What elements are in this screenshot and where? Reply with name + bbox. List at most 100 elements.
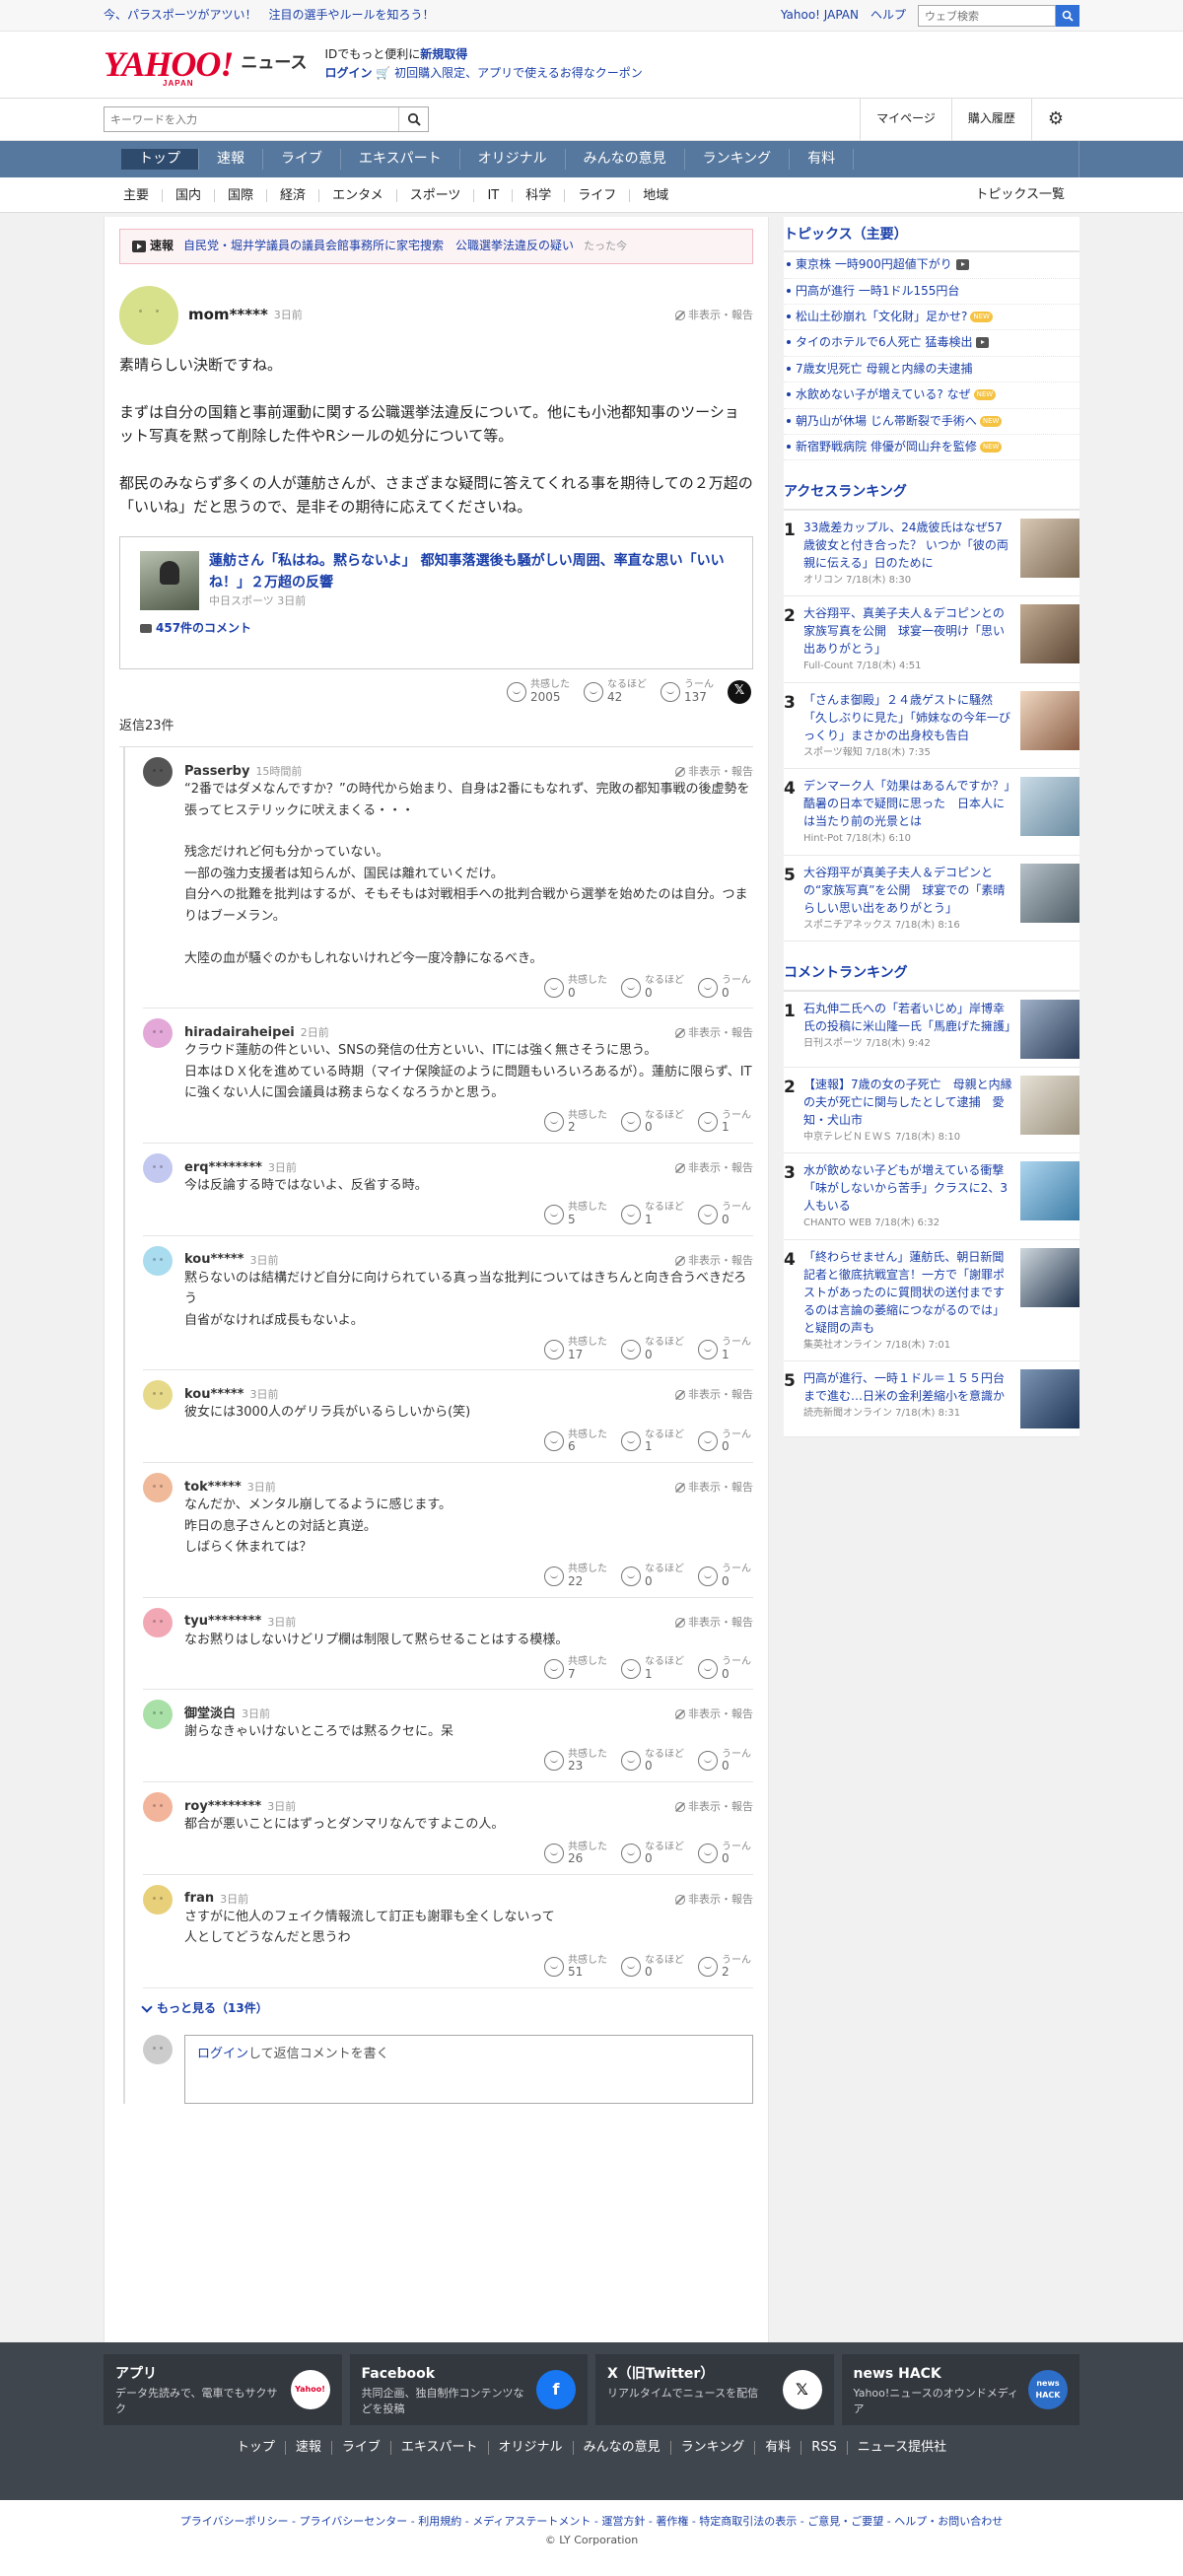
hmm-button[interactable]: うーん 0 [698, 1749, 751, 1774]
topic-item[interactable]: 円高が進行 一時1ドル155円台 [784, 279, 1079, 306]
article-comments-link[interactable]: 457件のコメント [140, 620, 732, 637]
empathy-button[interactable]: 共感した 7 [544, 1656, 607, 1681]
snav-local[interactable]: 地域 [630, 189, 681, 202]
topic-item[interactable]: 水飲めない子が増えている? なぜ NEW [784, 383, 1079, 409]
empathy-button[interactable]: 共感した 17 [544, 1337, 607, 1361]
snav-economy[interactable]: 経済 [267, 188, 320, 202]
empathy-button[interactable]: 共感した 23 [544, 1749, 607, 1774]
gnav-top[interactable]: トップ [121, 149, 199, 170]
insight-button[interactable]: なるほど 0 [621, 1842, 684, 1866]
topic-text[interactable]: タイのホテルで6人死亡 猛毒検出 [796, 335, 972, 349]
footer-link[interactable]: ライブ [332, 2441, 391, 2455]
hide-report-button[interactable]: 非表示・報告 [675, 1706, 753, 1722]
hmm-button[interactable]: うーん 0 [698, 1656, 751, 1681]
hmm-button[interactable]: うーん 0 [698, 975, 751, 1000]
hmm-button[interactable]: うーん 0 [698, 1202, 751, 1226]
topic-item[interactable]: 7歳女児死亡 母親と内縁の夫逮捕 [784, 357, 1079, 383]
web-search-button[interactable] [1056, 5, 1079, 27]
footer-link[interactable]: みんなの意見 [574, 2441, 671, 2455]
yahoo-logo[interactable]: YAHOO! JAPAN [104, 46, 234, 88]
reply-input[interactable]: ログインして返信コメントを書く [184, 2035, 753, 2105]
footer-link[interactable]: オリジナル [489, 2441, 574, 2455]
footer-link[interactable]: ニュース提供社 [848, 2441, 956, 2455]
reply-login-link[interactable]: ログイン [197, 2047, 248, 2061]
footer-link[interactable]: トップ [227, 2441, 286, 2455]
rank-title[interactable]: 「さんま御殿」２４歳ゲストに騒然「久しぶりに見た」「姉妹なの今年一びっくり」まさ… [803, 691, 1012, 744]
snav-domestic[interactable]: 国内 [163, 188, 216, 202]
gnav-ranking[interactable]: ランキング [685, 149, 791, 170]
rank-title[interactable]: 円高が進行、一時１ドル＝１５５円台まで進む…日米の金利差縮小を意識か [803, 1369, 1012, 1405]
settings-button[interactable]: ⚙ [1030, 99, 1079, 140]
gnav-expert[interactable]: エキスパート [341, 149, 460, 170]
topic-text[interactable]: 朝乃山が休場 じん帯断裂で手術へ [796, 414, 977, 428]
ranking-item[interactable]: 3 水が飲めない子どもが増えている衝撃「味がしないから苦手」クラスに2、3人もいる… [784, 1153, 1079, 1240]
hide-report-button[interactable]: 非表示・報告 [675, 1892, 753, 1908]
footer-link[interactable]: 速報 [286, 2441, 332, 2455]
ranking-item[interactable]: 3 「さんま御殿」２４歳ゲストに騒然「久しぶりに見た」「姉妹なの今年一びっくり」ま… [784, 683, 1079, 770]
snav-life[interactable]: ライフ [565, 188, 631, 202]
footer-card-title[interactable]: Facebook [362, 2364, 531, 2384]
ranking-item[interactable]: 1 33歳差カップル、24歳彼氏はなぜ57歳彼女と付き合った？ いつか「彼の両親に… [784, 511, 1079, 597]
hide-report-button[interactable]: 非表示・報告 [675, 1480, 753, 1496]
ranking-item[interactable]: 5 円高が進行、一時１ドル＝１５５円台まで進む…日米の金利差縮小を意識か 読売新聞オ… [784, 1361, 1079, 1438]
ranking-item[interactable]: 1 石丸伸二氏への「若者いじめ」岸博幸氏の投稿に米山隆一氏「馬鹿げた擁護」 日刊スポ… [784, 992, 1079, 1068]
footer-link[interactable]: エキスパート [391, 2441, 489, 2455]
topics-title[interactable]: トピックス（主要） [784, 217, 1079, 253]
topic-text[interactable]: 水飲めない子が増えている? なぜ [796, 387, 971, 401]
article-card[interactable]: 蓮舫さん「私はね。黙らないよ」 都知事落選後も騒がしい周囲、率直な思い「いいね！… [119, 536, 753, 669]
topic-text[interactable]: 東京株 一時900円超値下がり [796, 257, 952, 271]
empathy-button[interactable]: 共感した 0 [544, 975, 607, 1000]
insight-button[interactable]: なるほど 1 [621, 1202, 684, 1226]
policy-links[interactable]: プライバシーポリシー - プライバシーセンター - 利用規約 - メディアステー… [0, 2514, 1183, 2530]
coupon-link[interactable]: 初回購入限定、アプリで使えるお得なクーポン [394, 66, 643, 80]
empathy-button[interactable]: 共感した 26 [544, 1842, 607, 1866]
hmm-button[interactable]: うーん 2 [698, 1955, 751, 1980]
breaking-news-text[interactable]: 自民党・堀井学議員の議員会館事務所に家宅捜索 公職選挙法違反の疑い [183, 238, 574, 254]
topic-text[interactable]: 7歳女児死亡 母親と内縁の夫逮捕 [796, 362, 972, 376]
hmm-button[interactable]: うーん 1 [698, 1110, 751, 1135]
footer-link[interactable]: ランキング [671, 2441, 756, 2455]
footer-link[interactable]: 有料 [755, 2441, 802, 2455]
mypage-link[interactable]: マイページ [860, 99, 951, 140]
insight-button[interactable]: なるほど 0 [621, 1564, 684, 1588]
hide-report-button[interactable]: 非表示・報告 [675, 308, 753, 323]
hide-report-button[interactable]: 非表示・報告 [675, 1025, 753, 1041]
comment-ranking-title[interactable]: コメントランキング [784, 955, 1079, 992]
rank-title[interactable]: 【速報】7歳の女の子死亡 母親と内縁の夫が死亡に関与したとして逮捕 愛知・犬山市 [803, 1076, 1012, 1129]
show-more-button[interactable]: もっと見る（13件） [141, 1988, 753, 2027]
topic-item[interactable]: タイのホテルで6人死亡 猛毒検出 [784, 330, 1079, 357]
hide-report-button[interactable]: 非表示・報告 [675, 1253, 753, 1269]
snav-it[interactable]: IT [474, 188, 514, 202]
hide-report-button[interactable]: 非表示・報告 [675, 1615, 753, 1631]
ranking-item[interactable]: 4 「終わらせません」蓮舫氏、朝日新聞記者と徹底抗戦宣言！一方で「謝罪ポストがあっ… [784, 1240, 1079, 1362]
insight-button[interactable]: なるほど 0 [621, 1337, 684, 1361]
rank-title[interactable]: 33歳差カップル、24歳彼氏はなぜ57歳彼女と付き合った？ いつか「彼の両親に伝… [803, 519, 1012, 572]
gnav-live[interactable]: ライブ [263, 149, 341, 170]
insight-button[interactable]: なるほど 1 [621, 1429, 684, 1454]
footer-card-title[interactable]: アプリ [115, 2364, 285, 2384]
snav-science[interactable]: 科学 [513, 188, 566, 202]
web-search-input[interactable] [918, 5, 1056, 27]
signup-link[interactable]: 新規取得 [420, 47, 467, 61]
rank-title[interactable]: 大谷翔平が真美子夫人＆デコピンとの“家族写真”を公開 球宴での「素晴らしい思い出… [803, 864, 1012, 917]
comment-user[interactable]: mom***** [188, 305, 268, 326]
topic-item[interactable]: 松山土砂崩れ「文化財」足かせ? NEW [784, 305, 1079, 331]
snav-world[interactable]: 国際 [215, 188, 268, 202]
keyword-input[interactable] [104, 107, 398, 131]
footer-card[interactable]: news HACK Yahoo!ニュースのオウンドメディア news HACK [841, 2354, 1079, 2425]
hmm-button[interactable]: うーん 0 [698, 1842, 751, 1866]
gnav-paid[interactable]: 有料 [790, 149, 855, 170]
purchase-history-link[interactable]: 購入履歴 [950, 99, 1031, 140]
footer-card-title[interactable]: news HACK [854, 2364, 1023, 2384]
topic-text[interactable]: 松山土砂崩れ「文化財」足かせ? [796, 310, 967, 323]
access-ranking-title[interactable]: アクセスランキング [784, 474, 1079, 511]
empathy-button[interactable]: 共感した 2 [544, 1110, 607, 1135]
insight-button[interactable]: なるほど 1 [621, 1656, 684, 1681]
hmm-button[interactable]: うーん 0 [698, 1564, 751, 1588]
ranking-item[interactable]: 2 大谷翔平、真美子夫人＆デコピンとの家族写真を公開 球宴一夜明け「思い出ありがと… [784, 596, 1079, 683]
news-logo-text[interactable]: ニュース [241, 51, 307, 76]
topic-item[interactable]: 東京株 一時900円超値下がり [784, 252, 1079, 279]
empathy-button[interactable]: 共感した 22 [544, 1564, 607, 1588]
login-link[interactable]: ログイン [325, 66, 373, 80]
footer-card-title[interactable]: X（旧Twitter） [607, 2364, 777, 2384]
